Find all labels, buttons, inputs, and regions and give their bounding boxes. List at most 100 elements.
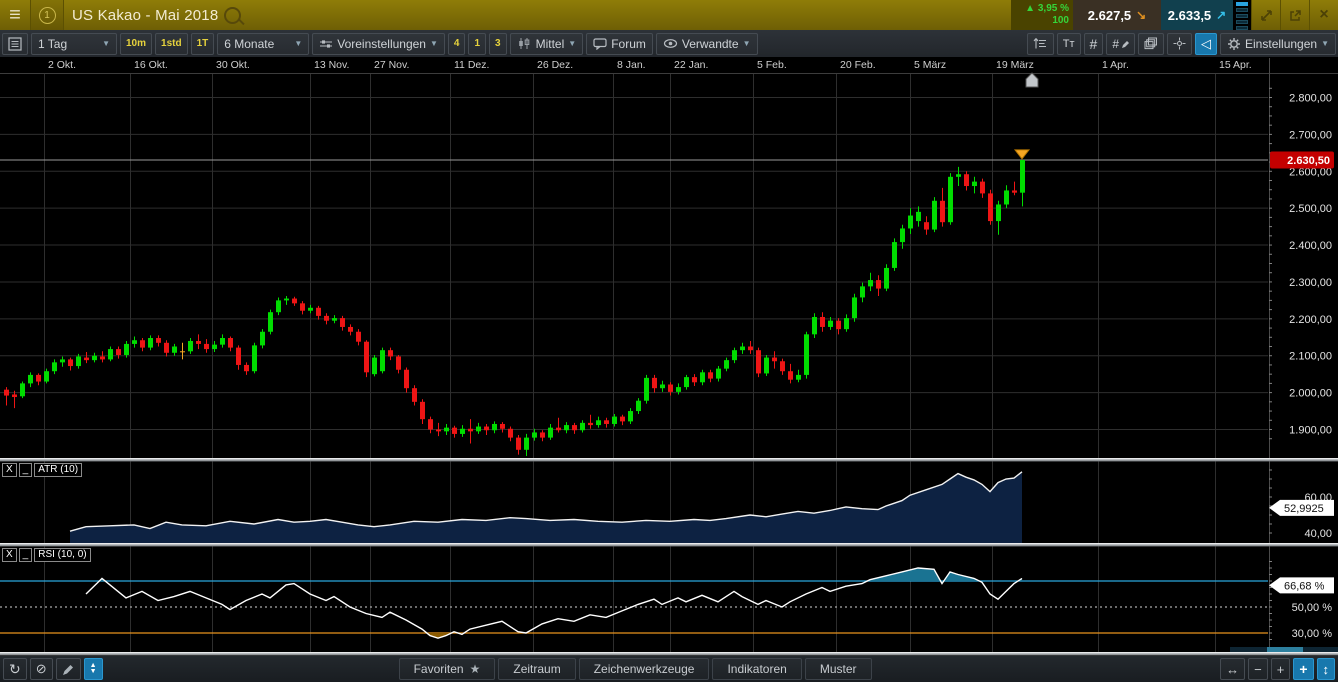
svg-text:22 Jan.: 22 Jan. xyxy=(674,59,708,71)
zoom-out-button[interactable]: − xyxy=(1248,658,1268,680)
zoom-in-button[interactable]: + xyxy=(1271,658,1291,680)
settings-dropdown[interactable]: Einstellungen ▼ xyxy=(1220,33,1336,55)
grid-button[interactable]: # xyxy=(1084,33,1104,55)
chart-toolbar: 1 Tag ▼ 10m 1std 1T 6 Monate ▼ Voreinste… xyxy=(0,30,1338,58)
atr-panel-header: X _ ATR (10) xyxy=(2,463,82,477)
atr-minimize-button[interactable]: _ xyxy=(19,463,33,477)
reset-view-button[interactable]: ↻ xyxy=(3,658,27,680)
date-axis[interactable]: 2 Okt.16 Okt.30 Okt.13 Nov.27 Nov.11 Dez… xyxy=(48,59,1252,71)
timeframe-dropdown[interactable]: 1 Tag ▼ xyxy=(31,33,117,55)
grid-style-button[interactable]: # xyxy=(1106,33,1135,55)
text-size-button[interactable]: Tᴛ xyxy=(1057,33,1081,55)
minus-icon: − xyxy=(1254,662,1262,677)
price-scale-button[interactable] xyxy=(1027,33,1054,55)
draw-button[interactable] xyxy=(56,658,81,680)
chevron-down-icon: ▼ xyxy=(568,39,576,48)
ask-up-arrow-icon: ↗ xyxy=(1216,8,1226,22)
crosshair-mode-button[interactable]: + xyxy=(1293,658,1313,680)
change-percent: ▲ 3,95 % xyxy=(1025,3,1069,15)
last-price-badge: 2.630,50 xyxy=(1270,152,1334,169)
speech-bubble-icon xyxy=(593,38,607,50)
bid-down-arrow-icon: ↘ xyxy=(1136,8,1146,22)
svg-text:2.500,00: 2.500,00 xyxy=(1289,203,1332,215)
bid-price-cell[interactable]: 2.627,5 ↘ xyxy=(1073,0,1161,30)
tab-zeichenwerkzeuge[interactable]: Zeichenwerkzeuge xyxy=(579,658,710,680)
tab-indikatoren[interactable]: Indikatoren xyxy=(712,658,801,680)
depth-bar xyxy=(1236,8,1248,12)
close-window-button[interactable]: × xyxy=(1309,0,1338,30)
tab-favoriten[interactable]: Favoriten ★ xyxy=(399,658,496,680)
crosshair-pointer-button[interactable] xyxy=(1167,33,1192,55)
quick-timeframe-10m-button[interactable]: 10m xyxy=(120,33,152,55)
svg-text:15 Apr.: 15 Apr. xyxy=(1219,59,1252,71)
ask-price-cell[interactable]: 2.633,5 ↗ xyxy=(1161,0,1233,30)
volume-value: 100 xyxy=(1052,15,1069,27)
window-title-bar: ≡ 1 US Kakao - Mai 2018 ▲ 3,95 % 100 2.6… xyxy=(0,0,1338,30)
pointer-mode-button[interactable]: ◁ xyxy=(1195,33,1217,55)
maximize-window-button[interactable] xyxy=(1251,0,1280,30)
auto-scale-button[interactable]: ▲▼ xyxy=(84,658,103,680)
depth-bar xyxy=(1236,2,1248,6)
presets-label: Voreinstellungen xyxy=(337,37,426,51)
forum-button[interactable]: Forum xyxy=(586,33,653,55)
splitter-chart-atr[interactable] xyxy=(0,458,1338,462)
star-icon: ★ xyxy=(470,662,481,676)
related-dropdown[interactable]: Verwandte ▼ xyxy=(656,33,758,55)
crosshair-pointer-icon xyxy=(1173,37,1186,50)
price-axis[interactable]: 1.900,002.000,002.100,002.200,002.300,00… xyxy=(1269,88,1332,438)
depth-bar xyxy=(1236,14,1248,18)
candlesticks[interactable] xyxy=(4,160,1025,456)
quick-timeframe-1t-button[interactable]: 1T xyxy=(191,33,215,55)
presets-dropdown[interactable]: Voreinstellungen ▼ xyxy=(312,33,445,55)
atr-close-button[interactable]: X xyxy=(2,463,17,477)
verwandte-label: Verwandte xyxy=(682,37,739,51)
chart-style-dropdown[interactable]: Mittel ▼ xyxy=(510,33,584,55)
splitter-rsi-bottom[interactable] xyxy=(0,652,1338,656)
up-triangle-icon: ▲ xyxy=(1025,3,1035,14)
windows-layout-button[interactable] xyxy=(1138,33,1164,55)
list-icon xyxy=(8,37,22,51)
gear-icon xyxy=(1227,37,1241,51)
scale-lines-icon xyxy=(1033,37,1048,50)
svg-text:50,00 %: 50,00 % xyxy=(1292,602,1333,614)
depth-gauge xyxy=(1233,0,1251,30)
workspace-number-button[interactable]: 1 xyxy=(31,0,64,30)
vertical-scale-button[interactable]: ↕ xyxy=(1317,658,1336,680)
rsi-panel[interactable]: 50,00 %30,00 %66,68 % xyxy=(0,562,1334,641)
tab-muster[interactable]: Muster xyxy=(805,658,872,680)
main-menu-button[interactable]: ≡ xyxy=(0,0,31,30)
alert-marker-icon[interactable] xyxy=(1015,150,1029,159)
up-down-triangles-icon: ▲▼ xyxy=(90,663,97,675)
splitter-atr-rsi[interactable] xyxy=(0,543,1338,547)
tab-zeitraum[interactable]: Zeitraum xyxy=(498,658,575,680)
rsi-minimize-button[interactable]: _ xyxy=(19,548,33,562)
timeframe-value: 1 Tag xyxy=(38,37,67,51)
price-chart-canvas[interactable]: 2 Okt.16 Okt.30 Okt.13 Nov.27 Nov.11 Dez… xyxy=(0,0,1338,682)
range-dropdown[interactable]: 6 Monate ▼ xyxy=(217,33,309,55)
svg-text:5 Feb.: 5 Feb. xyxy=(757,59,787,71)
layout-3-button[interactable]: 3 xyxy=(489,33,507,55)
erase-drawings-button[interactable]: ⊘ xyxy=(30,658,53,680)
chevron-down-icon: ▼ xyxy=(743,39,751,48)
quick-timeframe-1std-button[interactable]: 1std xyxy=(155,33,188,55)
stacked-windows-icon xyxy=(1144,37,1158,50)
horizontal-scrollbar[interactable] xyxy=(1230,647,1338,652)
chart-list-button[interactable] xyxy=(2,33,28,55)
popout-window-button[interactable] xyxy=(1280,0,1309,30)
layout-1-button[interactable]: 1 xyxy=(468,33,486,55)
session-marker-icon[interactable] xyxy=(1026,73,1038,87)
search-icon[interactable] xyxy=(224,7,241,24)
svg-text:5 März: 5 März xyxy=(914,59,946,71)
layout-4-button[interactable]: 4 xyxy=(448,33,466,55)
chevron-down-icon: ▼ xyxy=(294,39,302,48)
crosshair-icon: + xyxy=(1299,661,1307,677)
svg-text:30,00 %: 30,00 % xyxy=(1292,628,1333,640)
settings-label: Einstellungen xyxy=(1245,37,1317,51)
svg-text:2.700,00: 2.700,00 xyxy=(1289,129,1332,141)
atr-panel[interactable]: 60,0040,0052,9925 xyxy=(70,470,1334,543)
svg-text:19 März: 19 März xyxy=(996,59,1034,71)
arrows-vertical-icon: ↕ xyxy=(1323,662,1330,677)
horizontal-fit-button[interactable]: ↔ xyxy=(1220,658,1245,680)
rsi-close-button[interactable]: X xyxy=(2,548,17,562)
svg-text:8 Jan.: 8 Jan. xyxy=(617,59,646,71)
